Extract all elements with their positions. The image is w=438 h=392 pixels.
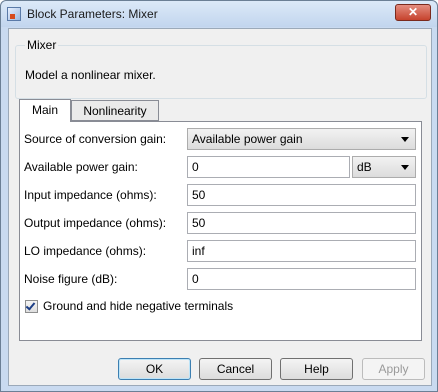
window-title: Block Parameters: Mixer xyxy=(27,7,158,21)
checkmark-icon xyxy=(25,300,36,311)
block-parameters-icon xyxy=(7,7,21,21)
noise-figure-field[interactable]: 0 xyxy=(187,268,416,290)
lo-impedance-field[interactable]: inf xyxy=(187,240,416,262)
tab-main[interactable]: Main xyxy=(19,99,71,122)
main-tab-panel: Source of conversion gain: Available pow… xyxy=(19,121,422,341)
chevron-down-icon xyxy=(401,165,409,170)
available-power-gain-label: Available power gain: xyxy=(24,160,138,174)
gain-unit-value: dB xyxy=(357,160,372,174)
source-of-conversion-gain-select[interactable]: Available power gain xyxy=(187,128,416,150)
noise-figure-label: Noise figure (dB): xyxy=(24,272,118,286)
tab-nonlinearity[interactable]: Nonlinearity xyxy=(71,100,159,121)
group-legend: Mixer xyxy=(25,38,59,52)
input-impedance-label: Input impedance (ohms): xyxy=(24,188,157,202)
available-power-gain-field[interactable]: 0 xyxy=(187,156,350,178)
close-button[interactable]: ✕ xyxy=(395,4,431,21)
title-bar[interactable]: Block Parameters: Mixer ✕ xyxy=(1,1,437,27)
close-icon: ✕ xyxy=(407,5,419,19)
gain-unit-select[interactable]: dB xyxy=(352,156,416,178)
dialog-window: Block Parameters: Mixer ✕ Mixer Model a … xyxy=(0,0,438,392)
ground-negative-terminals-label[interactable]: Ground and hide negative terminals xyxy=(43,299,233,313)
apply-button[interactable]: Apply xyxy=(362,358,425,380)
lo-impedance-label: LO impedance (ohms): xyxy=(24,244,147,258)
input-impedance-field[interactable]: 50 xyxy=(187,184,416,206)
help-button[interactable]: Help xyxy=(280,358,353,380)
cancel-button[interactable]: Cancel xyxy=(199,358,272,380)
output-impedance-field[interactable]: 50 xyxy=(187,212,416,234)
source-of-conversion-gain-label: Source of conversion gain: xyxy=(24,132,167,146)
dialog-body: Mixer Model a nonlinear mixer. Main Nonl… xyxy=(8,28,432,386)
chevron-down-icon xyxy=(401,137,409,142)
ground-negative-terminals-checkbox[interactable] xyxy=(25,300,38,313)
block-description: Model a nonlinear mixer. xyxy=(25,68,156,82)
ok-button[interactable]: OK xyxy=(118,358,191,380)
source-of-conversion-gain-value: Available power gain xyxy=(192,132,303,146)
output-impedance-label: Output impedance (ohms): xyxy=(24,216,167,230)
